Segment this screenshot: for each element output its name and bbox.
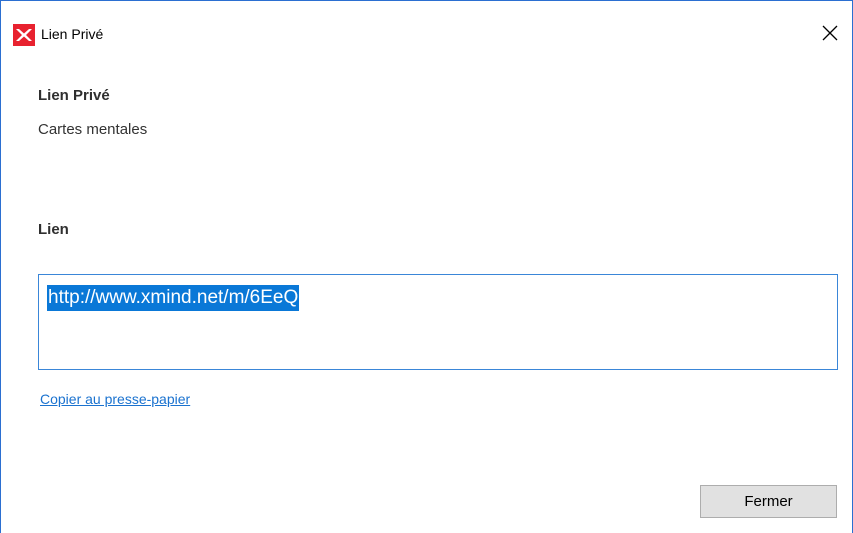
- copy-to-clipboard-link[interactable]: Copier au presse-papier: [40, 391, 190, 407]
- link-label: Lien: [38, 221, 69, 238]
- xmind-logo-icon: [13, 24, 35, 46]
- title-bar: Lien Privé: [1, 1, 852, 65]
- dialog-subheading: Cartes mentales: [38, 121, 148, 138]
- close-icon: [822, 25, 838, 41]
- link-field[interactable]: http://www.xmind.net/m/6EeQ: [38, 274, 838, 370]
- window-title: Lien Privé: [41, 26, 104, 42]
- dialog-window: Lien Privé Lien Privé Cartes mentales Li…: [0, 0, 853, 533]
- link-value-selected[interactable]: http://www.xmind.net/m/6EeQ: [47, 285, 300, 311]
- close-window-button[interactable]: [808, 15, 852, 51]
- dialog-heading: Lien Privé: [38, 87, 110, 104]
- close-button[interactable]: Fermer: [700, 485, 837, 518]
